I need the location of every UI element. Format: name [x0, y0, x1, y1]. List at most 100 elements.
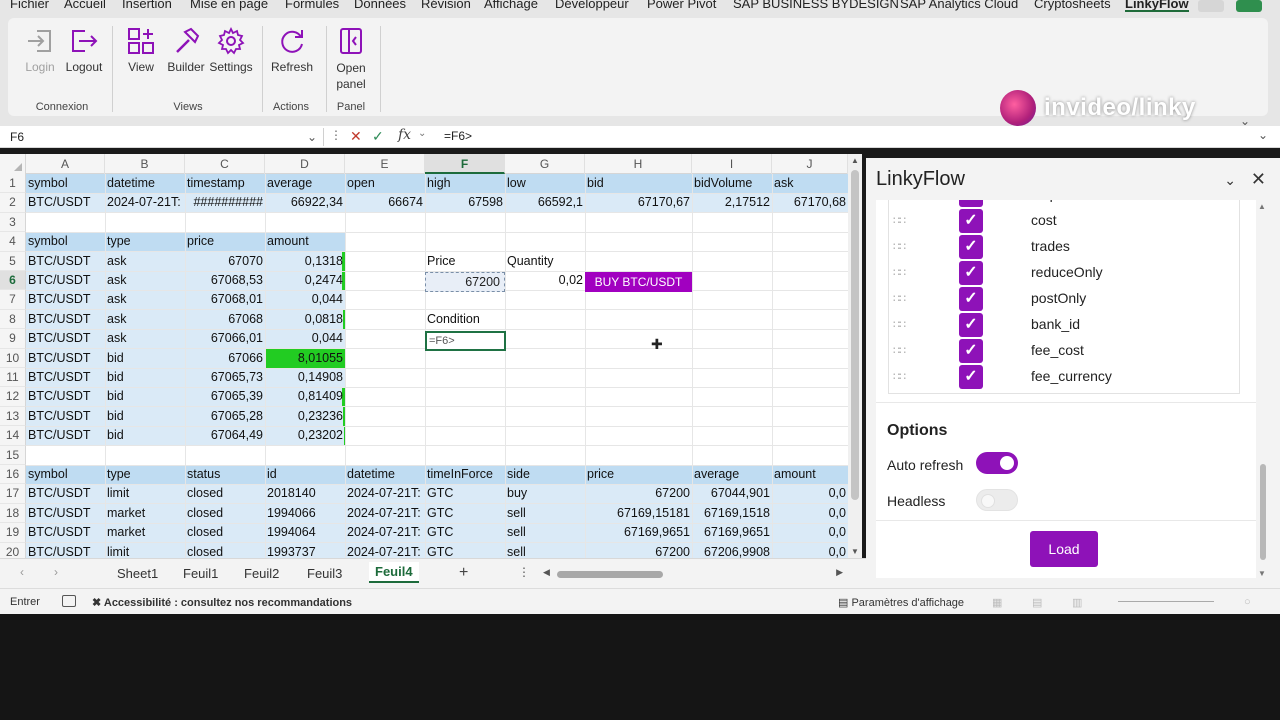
- scroll-up-icon[interactable]: ▲: [851, 156, 859, 165]
- more-icon[interactable]: ⋮: [330, 128, 342, 142]
- cell[interactable]: GTC: [425, 543, 505, 558]
- cell[interactable]: bid: [105, 387, 185, 406]
- scrollbar-thumb[interactable]: [851, 170, 859, 500]
- cell[interactable]: 0,0: [772, 523, 848, 542]
- login-button[interactable]: Login: [22, 26, 58, 74]
- zoom-slider[interactable]: [1118, 601, 1214, 602]
- cell[interactable]: symbol: [26, 174, 105, 193]
- cell[interactable]: 0,2474: [265, 271, 345, 290]
- formula-input[interactable]: =F6>: [444, 129, 472, 143]
- comments-button[interactable]: [1198, 0, 1224, 12]
- vertical-scrollbar[interactable]: ▲ ▼: [848, 154, 862, 558]
- checkbox[interactable]: ✓: [959, 339, 983, 363]
- cell[interactable]: 67598: [425, 193, 505, 212]
- cell[interactable]: 67169,1518: [692, 504, 772, 523]
- prev-sheet-icon[interactable]: ‹: [20, 565, 24, 579]
- cell[interactable]: BTC/USDT: [26, 349, 105, 368]
- next-sheet-icon[interactable]: ›: [54, 565, 58, 579]
- drag-handle-icon[interactable]: ∷∷: [893, 214, 906, 227]
- cell[interactable]: 67068: [185, 310, 265, 329]
- cell[interactable]: BTC/USDT: [26, 543, 105, 558]
- accessibility-status[interactable]: ✖ Accessibilité : consultez nos recomman…: [92, 596, 352, 609]
- cell[interactable]: ask: [105, 271, 185, 290]
- scroll-down-icon[interactable]: ▼: [1258, 569, 1266, 578]
- sheet-tab[interactable]: Feuil1: [183, 566, 218, 581]
- drag-handle-icon[interactable]: ∷∷: [893, 266, 906, 279]
- ribbon-tab[interactable]: SAP BUSINESS BYDESIGN: [733, 0, 899, 11]
- cell[interactable]: 66592,1: [505, 193, 585, 212]
- cell[interactable]: BTC/USDT: [26, 252, 105, 271]
- cell[interactable]: BTC/USDT: [26, 193, 105, 212]
- select-all-corner[interactable]: [0, 154, 26, 174]
- headless-toggle[interactable]: [976, 489, 1018, 511]
- cell[interactable]: closed: [185, 543, 265, 558]
- cell[interactable]: 2024-07-21T:: [345, 504, 425, 523]
- cell[interactable]: 2018140: [265, 484, 345, 503]
- column-header[interactable]: I: [692, 154, 772, 174]
- scroll-up-icon[interactable]: ▲: [1258, 202, 1266, 211]
- auto-refresh-toggle[interactable]: [976, 452, 1018, 474]
- cell[interactable]: bid: [105, 368, 185, 387]
- cell[interactable]: 0,044: [265, 329, 345, 348]
- ribbon-tab[interactable]: Mise en page: [190, 0, 268, 11]
- open-panel-button[interactable]: Open panel: [332, 26, 370, 92]
- cell[interactable]: closed: [185, 484, 265, 503]
- scroll-right-icon[interactable]: ▶: [836, 567, 843, 578]
- cell[interactable]: 66922,34: [265, 193, 345, 212]
- row-header[interactable]: 4: [0, 232, 26, 252]
- cell[interactable]: 2,17512: [692, 193, 772, 212]
- cell[interactable]: side: [505, 465, 585, 484]
- row-header[interactable]: 18: [0, 503, 26, 524]
- column-header[interactable]: J: [772, 154, 848, 174]
- buy-button[interactable]: BUY BTC/USDT: [585, 272, 692, 292]
- condition-cell[interactable]: =F6>: [425, 331, 506, 351]
- checkbox[interactable]: ✓: [959, 235, 983, 259]
- cell[interactable]: ask: [772, 174, 848, 193]
- row-header[interactable]: 3: [0, 212, 26, 233]
- cell[interactable]: price: [585, 465, 692, 484]
- cell[interactable]: ask: [105, 310, 185, 329]
- scroll-down-icon[interactable]: ▼: [851, 547, 859, 556]
- ribbon-tab[interactable]: Développeur: [555, 0, 629, 11]
- cell[interactable]: timeInForce: [425, 465, 505, 484]
- row-header[interactable]: 16: [0, 465, 26, 485]
- horizontal-scrollbar[interactable]: ◀ ▶: [543, 567, 843, 581]
- checkbox[interactable]: ✓: [959, 200, 983, 207]
- cell[interactable]: 67206,9908: [692, 543, 772, 558]
- cell[interactable]: 67044,901: [692, 484, 772, 503]
- logout-button[interactable]: Logout: [62, 26, 106, 74]
- cell[interactable]: BTC/USDT: [26, 484, 105, 503]
- ribbon-tab[interactable]: Données: [354, 0, 406, 11]
- chevron-down-icon[interactable]: ⌄: [418, 128, 426, 139]
- cell[interactable]: limit: [105, 484, 185, 503]
- ribbon-tab[interactable]: Fichier: [10, 0, 49, 11]
- cell[interactable]: 1994064: [265, 523, 345, 542]
- cell[interactable]: 1994066: [265, 504, 345, 523]
- pane-scrollbar[interactable]: ▲ ▼: [1258, 202, 1268, 578]
- cell[interactable]: BTC/USDT: [26, 387, 105, 406]
- close-icon[interactable]: ✕: [1251, 169, 1266, 190]
- row-header[interactable]: 14: [0, 426, 26, 446]
- cell[interactable]: 2024-07-21T:: [345, 543, 425, 558]
- cell[interactable]: 67169,9651: [692, 523, 772, 542]
- cell[interactable]: BTC/USDT: [26, 523, 105, 542]
- row-header[interactable]: 7: [0, 290, 26, 310]
- cell[interactable]: GTC: [425, 504, 505, 523]
- row-header[interactable]: 19: [0, 523, 26, 543]
- expand-formula-icon[interactable]: ⌄: [1258, 128, 1268, 142]
- drag-handle-icon[interactable]: ∷∷: [893, 370, 906, 383]
- price-cell[interactable]: 67200: [425, 272, 505, 292]
- checkbox[interactable]: ✓: [959, 261, 983, 285]
- cell[interactable]: BTC/USDT: [26, 290, 105, 309]
- cell[interactable]: bid: [105, 349, 185, 368]
- share-button[interactable]: [1236, 0, 1262, 12]
- sheet-tab[interactable]: Sheet1: [117, 566, 158, 581]
- cell[interactable]: status: [185, 465, 265, 484]
- column-header[interactable]: A: [26, 154, 105, 174]
- cell[interactable]: datetime: [105, 174, 185, 193]
- cell[interactable]: datetime: [345, 465, 425, 484]
- ribbon-tab[interactable]: Formules: [285, 0, 339, 11]
- row-header[interactable]: 13: [0, 406, 26, 427]
- ribbon-tab[interactable]: Power Pivot: [647, 0, 716, 11]
- row-header[interactable]: 2: [0, 193, 26, 213]
